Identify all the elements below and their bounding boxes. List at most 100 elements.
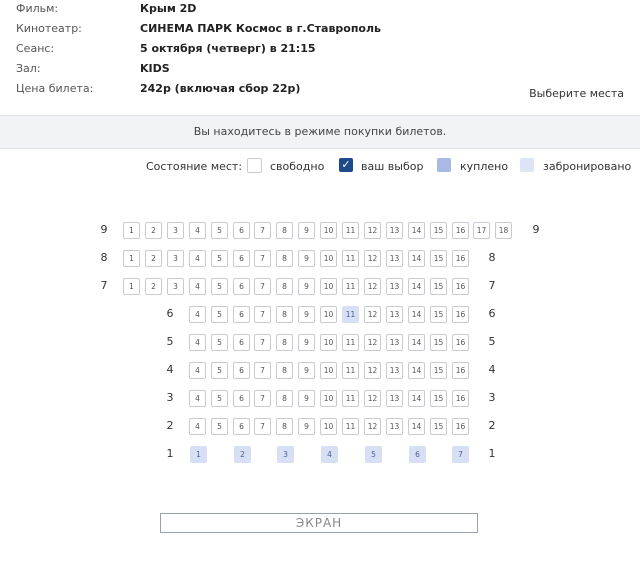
seat[interactable]: 7 [254,362,271,379]
seat[interactable]: 2 [145,250,162,267]
seat[interactable]: 3 [277,446,294,463]
seat[interactable]: 9 [298,418,315,435]
seat[interactable]: 10 [320,306,337,323]
seat[interactable]: 14 [408,390,425,407]
seat[interactable]: 9 [298,390,315,407]
seat[interactable]: 7 [254,306,271,323]
seat[interactable]: 15 [430,222,447,239]
seat[interactable]: 6 [233,278,250,295]
seat[interactable]: 13 [386,278,403,295]
seat[interactable]: 11 [342,250,359,267]
seat[interactable]: 1 [123,278,140,295]
seat[interactable]: 15 [430,306,447,323]
seat[interactable]: 12 [364,390,381,407]
seat[interactable]: 14 [408,250,425,267]
seat[interactable]: 16 [452,362,469,379]
seat[interactable]: 4 [189,222,206,239]
seat[interactable]: 5 [365,446,382,463]
seat[interactable]: 5 [211,390,228,407]
seat[interactable]: 1 [123,222,140,239]
seat[interactable]: 12 [364,222,381,239]
seat[interactable]: 5 [211,418,228,435]
seat[interactable]: 6 [233,306,250,323]
seat[interactable]: 8 [276,334,293,351]
seat[interactable]: 16 [452,390,469,407]
seat[interactable]: 5 [211,250,228,267]
seat[interactable]: 7 [254,390,271,407]
seat[interactable]: 14 [408,334,425,351]
seat[interactable]: 2 [234,446,251,463]
seat[interactable]: 2 [145,278,162,295]
seat[interactable]: 15 [430,250,447,267]
seat[interactable]: 14 [408,362,425,379]
seat[interactable]: 9 [298,334,315,351]
seat[interactable]: 10 [320,390,337,407]
seat[interactable]: 11 [342,222,359,239]
seat[interactable]: 4 [189,250,206,267]
seat[interactable]: 12 [364,250,381,267]
seat[interactable]: 10 [320,250,337,267]
seat[interactable]: 11 [342,362,359,379]
seat[interactable]: 8 [276,390,293,407]
seat[interactable]: 13 [386,250,403,267]
seat[interactable]: 13 [386,222,403,239]
seat[interactable]: 1 [190,446,207,463]
seat[interactable]: 16 [452,278,469,295]
seat[interactable]: 14 [408,278,425,295]
seat[interactable]: 9 [298,278,315,295]
seat[interactable]: 15 [430,390,447,407]
seat[interactable]: 10 [320,222,337,239]
seat[interactable]: 3 [167,250,184,267]
seat[interactable]: 16 [452,334,469,351]
seat[interactable]: 7 [254,334,271,351]
seat[interactable]: 6 [233,418,250,435]
seat[interactable]: 13 [386,390,403,407]
seat[interactable]: 15 [430,362,447,379]
seat[interactable]: 14 [408,418,425,435]
seat[interactable]: 8 [276,250,293,267]
seat[interactable]: 10 [320,418,337,435]
seat[interactable]: 5 [211,306,228,323]
seat[interactable]: 6 [233,250,250,267]
seat[interactable]: 1 [123,250,140,267]
seat[interactable]: 10 [320,278,337,295]
seat[interactable]: 4 [189,362,206,379]
seat[interactable]: 13 [386,418,403,435]
seat[interactable]: 8 [276,222,293,239]
seat[interactable]: 7 [254,418,271,435]
seat[interactable]: 16 [452,222,469,239]
seat[interactable]: 5 [211,334,228,351]
seat[interactable]: 8 [276,418,293,435]
seat[interactable]: 9 [298,222,315,239]
seat[interactable]: 5 [211,278,228,295]
seat[interactable]: 9 [298,362,315,379]
seat[interactable]: 16 [452,250,469,267]
seat[interactable]: 7 [452,446,469,463]
seat[interactable]: 4 [189,418,206,435]
seat[interactable]: 7 [254,222,271,239]
seat[interactable]: 9 [298,250,315,267]
seat[interactable]: 18 [495,222,512,239]
seat[interactable]: 5 [211,222,228,239]
seat[interactable]: 5 [211,362,228,379]
seat[interactable]: 7 [254,250,271,267]
seat[interactable]: 6 [233,390,250,407]
seat[interactable]: 15 [430,278,447,295]
seat[interactable]: 16 [452,418,469,435]
seat[interactable]: 4 [189,306,206,323]
seat[interactable]: 11 [342,278,359,295]
seat[interactable]: 12 [364,362,381,379]
seat[interactable]: 6 [409,446,426,463]
seat[interactable]: 11 [342,418,359,435]
seat[interactable]: 12 [364,306,381,323]
seat[interactable]: 11 [342,390,359,407]
seat[interactable]: 13 [386,334,403,351]
seat[interactable]: 13 [386,306,403,323]
seat[interactable]: 6 [233,362,250,379]
seat[interactable]: 12 [364,278,381,295]
seat[interactable]: 9 [298,306,315,323]
seat[interactable]: 14 [408,222,425,239]
seat[interactable]: 4 [189,390,206,407]
seat[interactable]: 12 [364,334,381,351]
seat[interactable]: 8 [276,306,293,323]
